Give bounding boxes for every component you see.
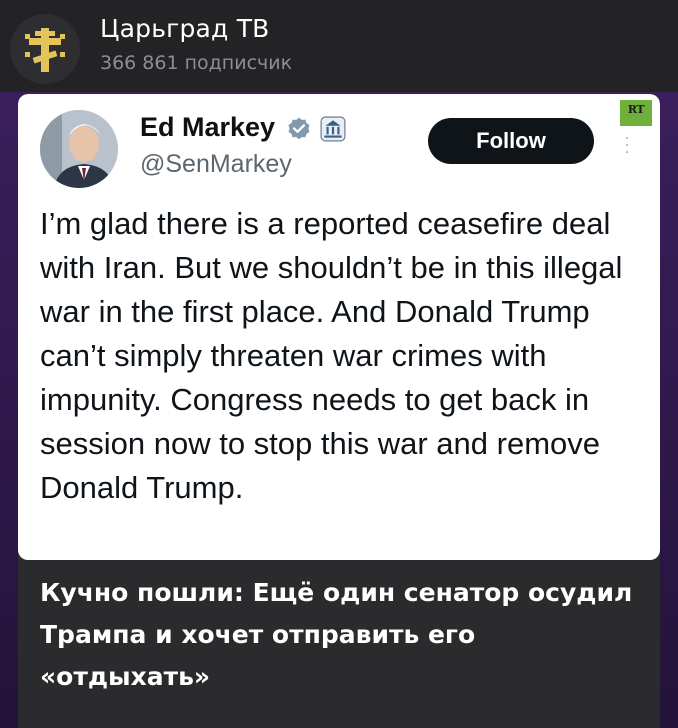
- tweet-body-text: I’m glad there is a reported ceasefire d…: [40, 206, 623, 505]
- channel-title[interactable]: Царьград ТВ: [100, 14, 270, 43]
- more-options-icon[interactable]: · · ·: [622, 132, 632, 160]
- orthodox-cross-icon: [25, 28, 65, 72]
- rt-watermark-logo: RT: [620, 100, 652, 126]
- verified-badge-icon: [288, 117, 310, 140]
- tweet-screenshot-image[interactable]: Ed Markey @SenMarkey Follow RT · · · I’m g…: [18, 94, 660, 560]
- tweet-author-name[interactable]: Ed Markey: [140, 112, 275, 143]
- tweet-author-handle[interactable]: @SenMarkey: [140, 150, 292, 179]
- author-avatar: [40, 110, 118, 188]
- channel-post[interactable]: Ed Markey @SenMarkey Follow RT · · · I’m g…: [18, 94, 660, 728]
- government-building-icon: [320, 116, 346, 142]
- post-caption: Кучно пошли: Ещё один сенатор осудил Тра…: [40, 578, 633, 691]
- follow-button[interactable]: Follow: [428, 118, 594, 164]
- telegram-channel-view: Царьград ТВ 366 861 подписчик Ed Markey: [0, 0, 678, 728]
- channel-header[interactable]: Царьград ТВ 366 861 подписчик: [0, 0, 678, 92]
- channel-avatar[interactable]: [10, 14, 80, 84]
- subscriber-count: 366 861 подписчик: [100, 52, 293, 74]
